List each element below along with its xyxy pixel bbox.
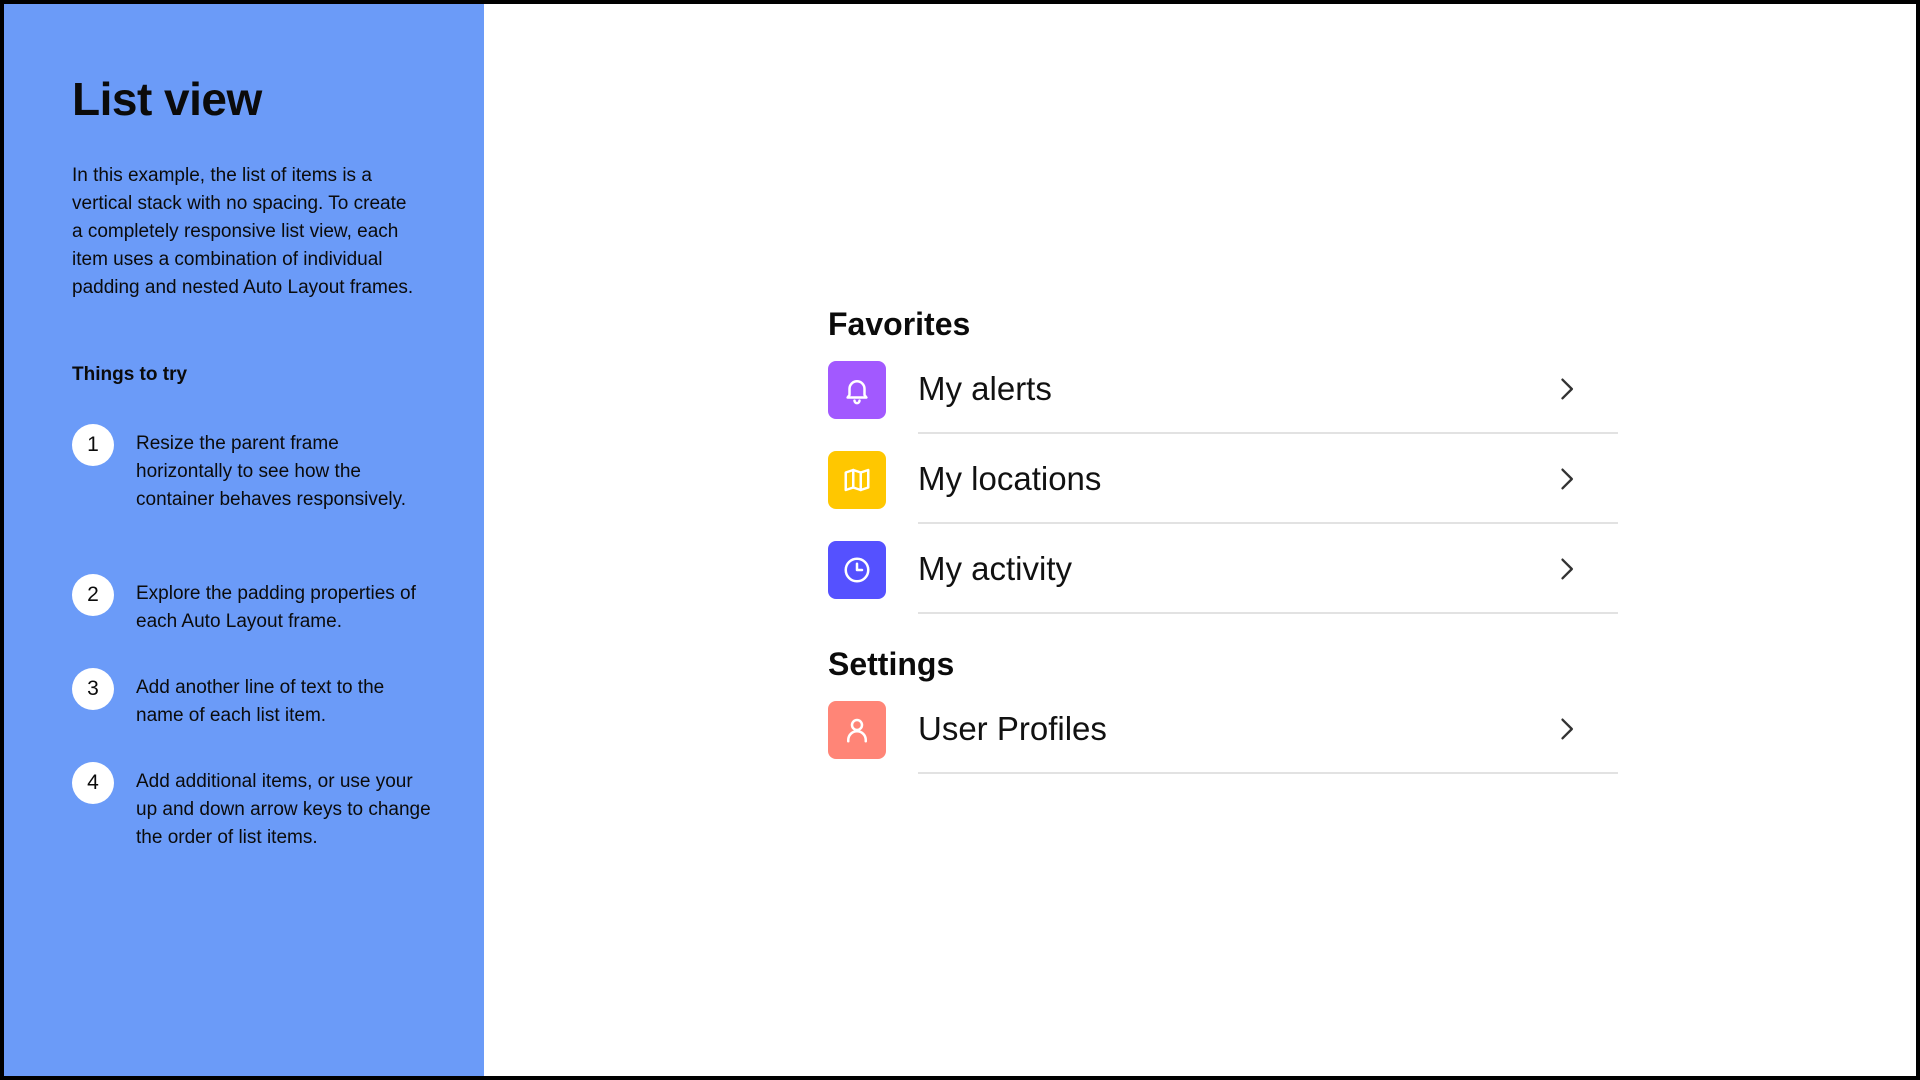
step-number-badge: 2 [72,574,114,616]
step-number-badge: 4 [72,762,114,804]
step-number-badge: 3 [72,668,114,710]
list-item-user-profiles[interactable]: User Profiles [828,684,1618,774]
settings-heading: Settings [828,646,955,682]
step-number-badge: 1 [72,424,114,466]
step-text: Add additional items, or use your up and… [136,771,431,848]
step-text: Explore the padding properties of each A… [136,583,416,632]
list-item-my-locations[interactable]: My locations [828,434,1618,524]
chevron-right-icon [1561,378,1573,400]
list-item-label: My activity [918,550,1073,587]
divider [918,772,1618,774]
list-item-label: My locations [918,460,1102,497]
panel-title: List view [72,73,262,125]
panel-intro: In this example, the list of items is a … [72,165,414,298]
list-view: Favorites My alerts My locations My acti… [828,304,1618,774]
things-to-try-heading: Things to try [72,364,188,385]
instructions-panel: List view In this example, the list of i… [4,4,484,1076]
canvas-frame: List view In this example, the list of i… [4,4,1916,1076]
clock-icon [828,541,886,599]
chevron-right-icon [1561,558,1573,580]
list-item-label: My alerts [918,370,1052,407]
bell-icon [828,361,886,419]
favorites-heading: Favorites [828,306,971,342]
list-item-my-activity[interactable]: My activity [828,524,1618,614]
user-icon [828,701,886,759]
chevron-right-icon [1561,468,1573,490]
divider [918,612,1618,614]
step-text: Resize the parent frame horizontally to … [136,433,407,510]
list-item-label: User Profiles [918,710,1107,747]
step-text: Add another line of text to the name of … [136,677,385,726]
list-item-my-alerts[interactable]: My alerts [828,344,1618,434]
map-icon [828,451,886,509]
chevron-right-icon [1561,718,1573,740]
